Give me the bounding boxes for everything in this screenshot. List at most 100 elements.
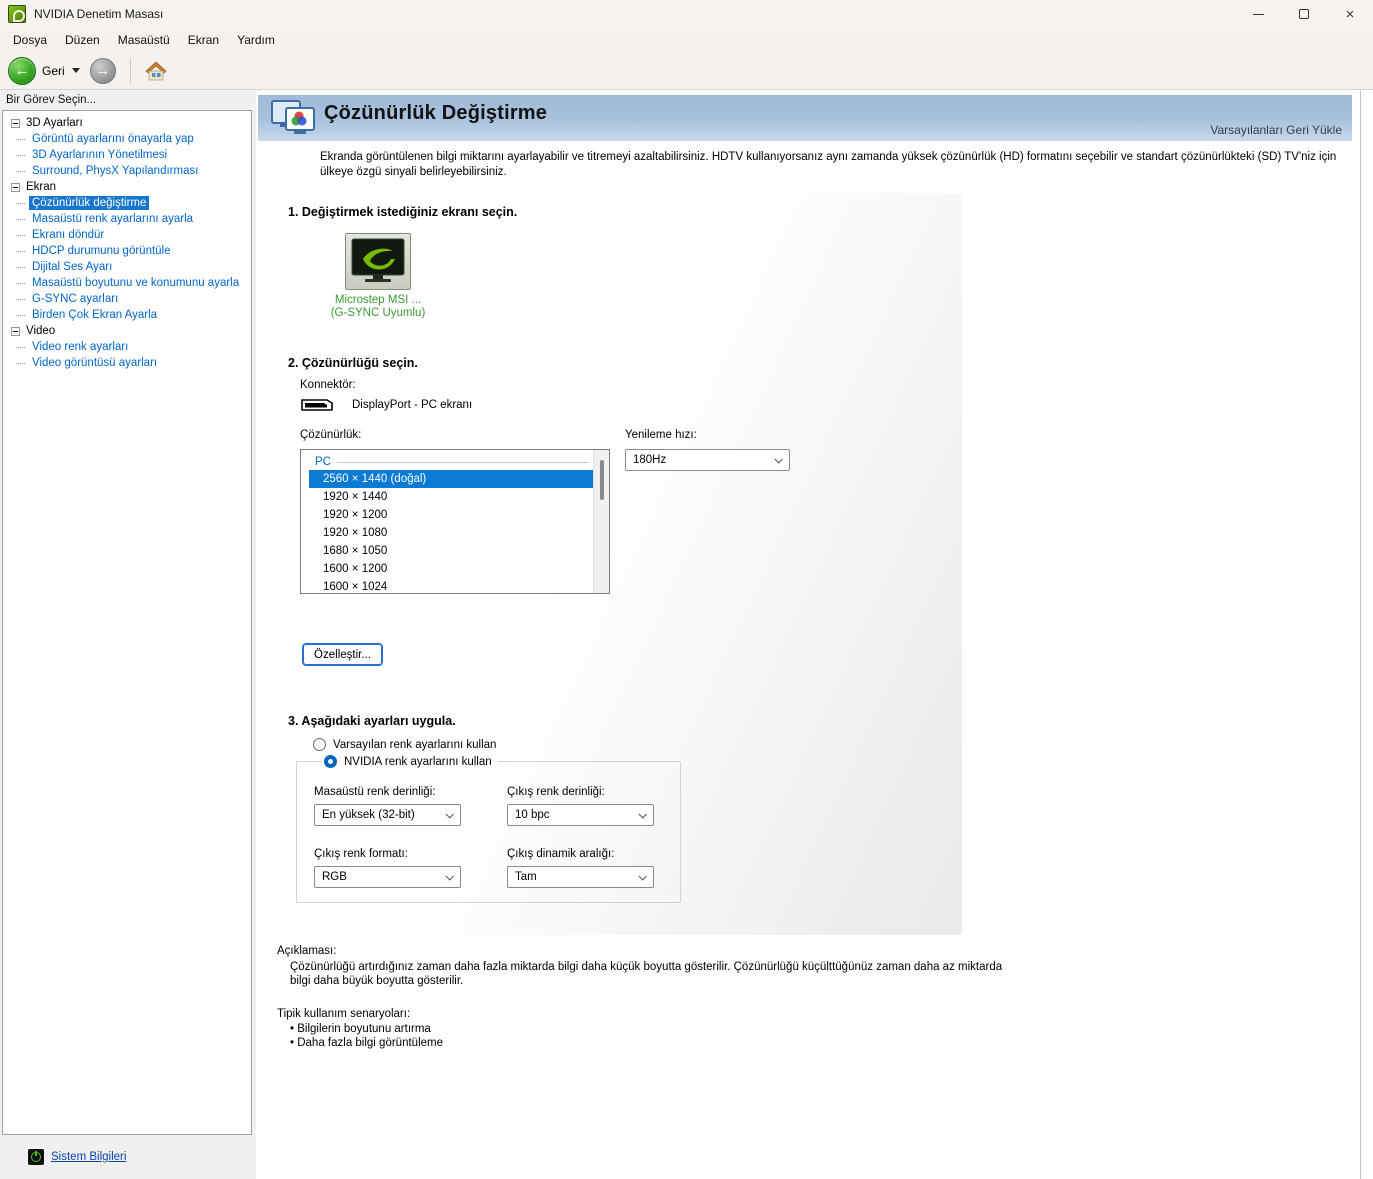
display-tile[interactable]	[345, 233, 411, 290]
close-button[interactable]: ×	[1327, 0, 1373, 28]
resolution-option[interactable]: 1600 × 1200	[309, 560, 593, 578]
tree-item[interactable]: Masaüstü renk ayarlarını ayarla	[3, 211, 251, 227]
tree-item[interactable]: Surround, PhysX Yapılandırması	[3, 163, 251, 179]
listbox-scrollbar[interactable]	[593, 450, 609, 593]
tree-item[interactable]: Görüntü ayarlarını önayarla yap	[3, 131, 251, 147]
step1-heading: 1. Değiştirmek istediğiniz ekranı seçin.	[288, 205, 518, 219]
system-info-link[interactable]: Sistem Bilgileri	[28, 1149, 126, 1165]
back-button[interactable]: ← Geri	[8, 56, 84, 85]
tree-item[interactable]: Masaüstü boyutunu ve konumunu ayarla	[3, 275, 251, 291]
tree-item[interactable]: Video renk ayarları	[3, 339, 251, 355]
resolution-label: Çözünürlük:	[300, 429, 362, 441]
resolution-option[interactable]: 1920 × 1440	[309, 488, 593, 506]
tree-item[interactable]: Ekranı döndür	[3, 227, 251, 243]
resolution-option[interactable]: 1600 × 1024	[309, 578, 593, 596]
chevron-down-icon	[638, 872, 647, 881]
change-resolution-icon	[271, 100, 315, 134]
customize-button[interactable]: Özelleştir...	[302, 643, 383, 666]
output-depth-select[interactable]: 10 bpc	[507, 804, 654, 826]
home-button[interactable]	[143, 59, 169, 83]
resolution-option[interactable]: 1920 × 1080	[309, 524, 593, 542]
usage-item: Bilgilerin boyutunu artırma	[290, 1023, 443, 1037]
connector-row: DisplayPort - PC ekranı	[300, 398, 472, 412]
refresh-rate-select[interactable]: 180Hz	[625, 449, 790, 471]
tree-item[interactable]: G-SYNC ayarları	[3, 291, 251, 307]
collapse-icon[interactable]	[11, 326, 20, 336]
connector-value: DisplayPort - PC ekranı	[352, 399, 473, 411]
restore-defaults-link[interactable]: Varsayılanları Geri Yükle	[1210, 123, 1342, 137]
chevron-down-icon	[445, 810, 454, 819]
main-content: Çözünürlük Değiştirme Varsayılanları Ger…	[256, 90, 1373, 1179]
toolbar: ← Geri →	[0, 52, 1373, 90]
output-range-label: Çıkış dinamik aralığı:	[507, 848, 615, 860]
resolution-option[interactable]: 1680 × 1050	[309, 542, 593, 560]
chevron-down-icon	[774, 455, 783, 464]
output-format-label: Çıkış renk formatı:	[314, 848, 408, 860]
tree-group-3d[interactable]: 3D Ayarları	[3, 115, 251, 131]
system-info-icon	[28, 1149, 44, 1165]
connector-label: Konnektör:	[300, 379, 356, 391]
default-color-radio[interactable]: Varsayılan renk ayarlarını kullan	[313, 738, 496, 751]
output-range-select[interactable]: Tam	[507, 866, 654, 888]
back-dropdown-caret-icon[interactable]	[71, 68, 80, 73]
menu-masaustu[interactable]: Masaüstü	[109, 30, 179, 50]
tree-item[interactable]: Video görüntüsü ayarları	[3, 355, 251, 371]
menu-duzen[interactable]: Düzen	[56, 30, 109, 50]
usage-item: Daha fazla bilgi görüntüleme	[290, 1037, 443, 1051]
task-tree: 3D Ayarları Görüntü ayarlarını önayarla …	[2, 110, 252, 1135]
minimize-icon	[1252, 13, 1264, 15]
resolution-listbox[interactable]: PC 2560 × 1440 (doğal) 1920 × 1440 1920 …	[300, 449, 610, 594]
titlebar: NVIDIA Denetim Masası ×	[0, 0, 1373, 28]
desktop-depth-label: Masaüstü renk derinliği:	[314, 786, 436, 798]
minimize-button[interactable]	[1235, 0, 1281, 28]
output-depth-label: Çıkış renk derinliği:	[507, 786, 605, 798]
resolution-option-selected[interactable]: 2560 × 1440 (doğal)	[309, 470, 593, 488]
nvidia-control-panel-window: NVIDIA Denetim Masası × Dosya Düzen Masa…	[0, 0, 1373, 1179]
forward-button[interactable]: →	[89, 57, 116, 84]
sidebar: Bir Görev Seçin... 3D Ayarları Görüntü a…	[0, 90, 256, 1179]
toolbar-separator	[129, 57, 131, 84]
tree-item[interactable]: Dijital Ses Ayarı	[3, 259, 251, 275]
refresh-rate-label: Yenileme hızı:	[625, 429, 697, 441]
chevron-down-icon	[638, 810, 647, 819]
radio-on-icon	[324, 755, 337, 768]
content-right-border	[1360, 90, 1361, 1179]
menu-dosya[interactable]: Dosya	[4, 30, 56, 50]
menu-ekran[interactable]: Ekran	[179, 30, 228, 50]
usage-scenarios-label: Tipik kullanım senaryoları:	[277, 1008, 411, 1020]
tree-group-ekran[interactable]: Ekran	[3, 179, 251, 195]
nvidia-color-radio[interactable]: NVIDIA renk ayarlarını kullan	[322, 755, 498, 768]
desktop-depth-select[interactable]: En yüksek (32-bit)	[314, 804, 461, 826]
scrollbar-thumb[interactable]	[600, 460, 604, 500]
resolution-group-header: PC	[301, 454, 593, 470]
sidebar-header: Bir Görev Seçin...	[6, 94, 97, 106]
step2-heading: 2. Çözünürlüğü seçin.	[288, 356, 418, 370]
resolution-option[interactable]: 1920 × 1200	[309, 506, 593, 524]
menu-yardim[interactable]: Yardım	[228, 30, 284, 50]
maximize-icon	[1299, 9, 1309, 19]
displayport-icon	[301, 399, 333, 411]
display-caption[interactable]: Microstep MSI ... (G-SYNC Uyumlu)	[280, 294, 476, 320]
step3-heading: 3. Aşağıdaki ayarları uygula.	[288, 714, 456, 728]
page-description: Ekranda görüntülenen bilgi miktarını aya…	[320, 151, 1337, 178]
back-arrow-icon: ←	[8, 56, 36, 85]
window-title: NVIDIA Denetim Masası	[34, 7, 164, 21]
collapse-icon[interactable]	[11, 118, 20, 128]
collapse-icon[interactable]	[11, 182, 20, 192]
tree-item-selected[interactable]: Çözünürlük değiştirme	[3, 195, 251, 211]
output-format-select[interactable]: RGB	[314, 866, 461, 888]
chevron-down-icon	[445, 872, 454, 881]
tree-item[interactable]: 3D Ayarlarının Yönetilmesi	[3, 147, 251, 163]
tree-item[interactable]: HDCP durumunu görüntüle	[3, 243, 251, 259]
close-icon: ×	[1345, 5, 1355, 23]
page-title: Çözünürlük Değiştirme	[324, 102, 548, 124]
display-monitor-icon	[351, 238, 405, 282]
usage-scenarios-list: Bilgilerin boyutunu artırma Daha fazla b…	[290, 1023, 443, 1050]
nvidia-app-icon	[8, 5, 26, 23]
tree-group-video[interactable]: Video	[3, 323, 251, 339]
description-text: Çözünürlüğü artırdığınız zaman daha fazl…	[290, 961, 1003, 987]
description-label: Açıklaması:	[277, 945, 337, 957]
maximize-button[interactable]	[1281, 0, 1327, 28]
tree-item[interactable]: Birden Çok Ekran Ayarla	[3, 307, 251, 323]
home-icon	[145, 61, 167, 80]
